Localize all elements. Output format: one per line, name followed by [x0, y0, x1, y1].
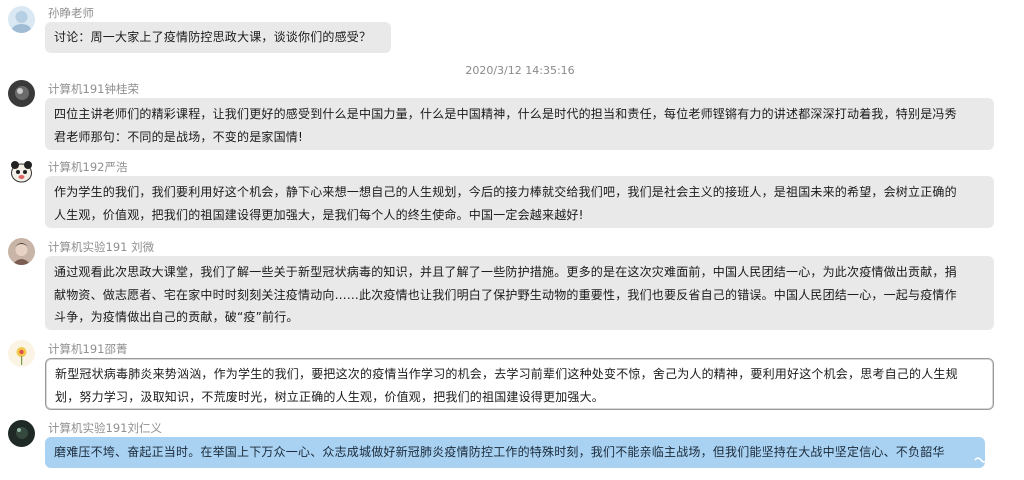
avatar[interactable]	[8, 340, 35, 367]
avatar[interactable]	[8, 80, 35, 107]
sender-name: 计算机191钟桂荣	[48, 82, 139, 96]
timestamp: 2020/3/12 14:35:16	[465, 64, 575, 77]
message-bubble[interactable]: 作为学生的我们，我们要利用好这个机会，静下心来想一想自己的人生规划，今后的接力棒…	[45, 176, 994, 228]
avatar[interactable]	[8, 238, 35, 265]
sender-name: 计算机实验191刘仁义	[48, 421, 162, 435]
avatar[interactable]	[8, 158, 35, 185]
sender-name: 孙睁老师	[48, 6, 94, 20]
message-text: 磨难压不垮、奋起正当时。在举国上下万众一心、众志成城做好新冠肺炎疫情防控工作的特…	[54, 445, 945, 459]
message-text: 四位主讲老师们的精彩课程，让我们更好的感受到什么是中国力量，什么是中国精神，什么…	[54, 107, 957, 121]
message-bubble[interactable]: 通过观看此次思政大课堂，我们了解一些关于新型冠状病毒的知识，并且了解了一些防护措…	[45, 256, 994, 330]
message-text: 斗争，为疫情做出自己的贡献，破“疫”前行。	[54, 310, 299, 324]
message-text: 人生观，价值观，把我们的祖国建设得更加强大，是我们每个人的终生使命。中国一定会越…	[54, 207, 584, 222]
sender-name: 计算机191邵菁	[48, 342, 128, 356]
message-bubble[interactable]: 磨难压不垮、奋起正当时。在举国上下万众一心、众志成城做好新冠肺炎疫情防控工作的特…	[45, 437, 985, 468]
message-text: 作为学生的我们，我们要利用好这个机会，静下心来想一想自己的人生规划，今后的接力棒…	[54, 185, 957, 199]
message-text: 献物资、做志愿者、宅在家中时时刻刻关注疫情动向……此次疫情也让我们明白了保护野生…	[54, 287, 957, 302]
message-text: 通过观看此次思政大课堂，我们了解一些关于新型冠状病毒的知识，并且了解了一些防护措…	[54, 265, 957, 279]
message-bubble[interactable]: 新型冠状病毒肺炎来势汹汹，作为学生的我们，要把这次的疫情当作学习的机会，去学习前…	[45, 358, 994, 410]
message-text: 讨论：周一大家上了疫情防控思政大课，谈谈你们的感受？	[54, 30, 372, 44]
message-text: 君老师那句：不同的是战场，不变的是家国情!	[54, 129, 304, 144]
avatar[interactable]	[8, 6, 35, 33]
avatar[interactable]	[8, 420, 35, 447]
message-bubble[interactable]: 讨论：周一大家上了疫情防控思政大课，谈谈你们的感受？	[45, 22, 391, 53]
scroll-handle-icon[interactable]	[974, 455, 988, 465]
message-bubble[interactable]: 四位主讲老师们的精彩课程，让我们更好的感受到什么是中国力量，什么是中国精神，什么…	[45, 98, 994, 150]
message-text: 划，努力学习，汲取知识，不荒废时光，树立正确的人生观，价值观，把我们的祖国建设得…	[55, 389, 605, 404]
sender-name: 计算机实验191 刘微	[48, 240, 155, 254]
message-text: 新型冠状病毒肺炎来势汹汹，作为学生的我们，要把这次的疫情当作学习的机会，去学习前…	[55, 367, 958, 381]
sender-name: 计算机192严浩	[48, 160, 128, 174]
